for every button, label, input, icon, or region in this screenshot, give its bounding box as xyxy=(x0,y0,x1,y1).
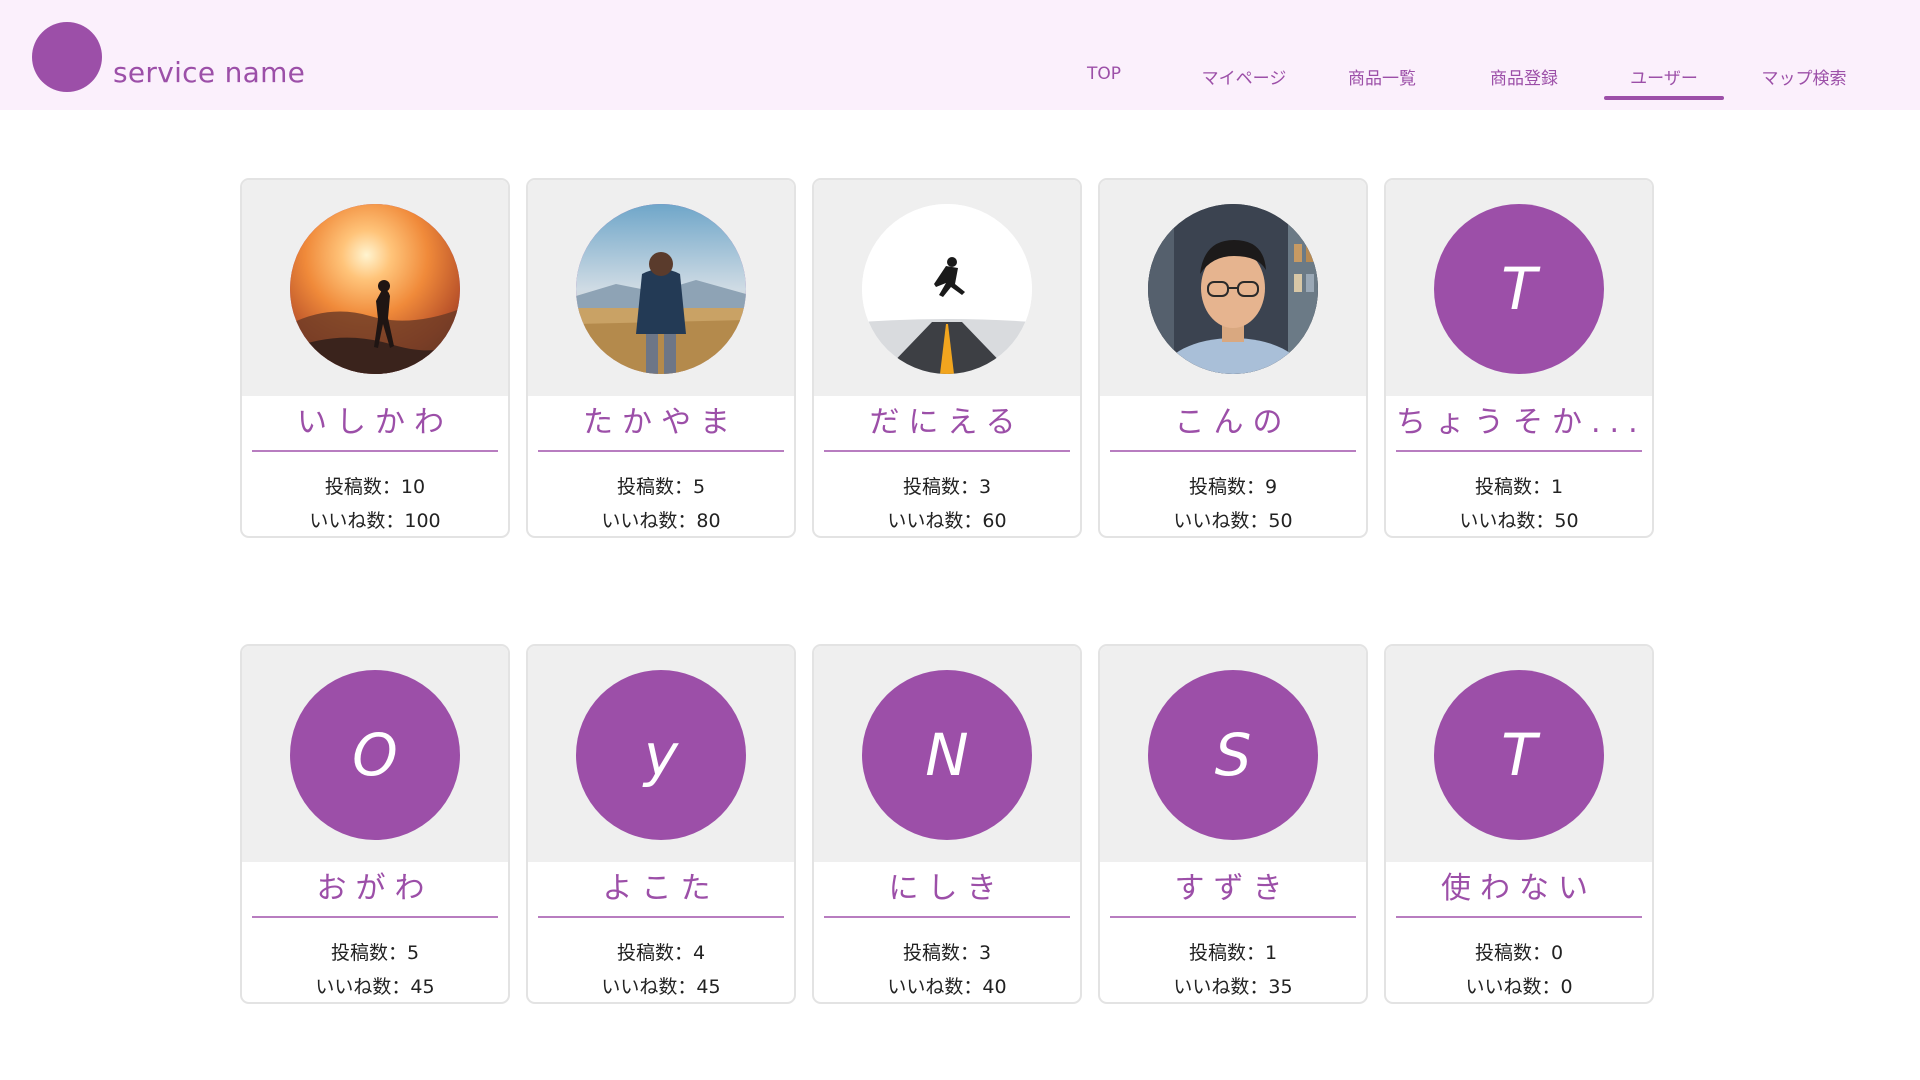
user-card[interactable]: T 使わない 投稿数：0 いいね数：0 xyxy=(1384,644,1654,1004)
man-with-glasses-photo-icon xyxy=(1148,204,1318,374)
like-count: いいね数：45 xyxy=(601,976,721,998)
post-count: 投稿数：1 xyxy=(1188,942,1278,964)
user-name[interactable]: 使わない xyxy=(1396,868,1642,918)
user-name[interactable]: こんの xyxy=(1110,402,1356,452)
post-count: 投稿数：10 xyxy=(324,476,426,498)
nav-top[interactable]: TOP xyxy=(1044,64,1164,100)
user-name[interactable]: にしき xyxy=(824,868,1070,918)
post-count: 投稿数：9 xyxy=(1188,476,1278,498)
user-name[interactable]: だにえる xyxy=(824,402,1070,452)
avatar: T xyxy=(1434,670,1604,840)
site-header: service name TOP マイページ 商品一覧 商品登録 ユーザー マッ… xyxy=(0,0,1920,110)
nav-mypage[interactable]: マイページ xyxy=(1184,64,1304,100)
like-count: いいね数：100 xyxy=(309,510,441,532)
user-card[interactable]: こんの 投稿数：9 いいね数：50 xyxy=(1098,178,1368,538)
user-card[interactable]: T ちょうそか... 投稿数：1 いいね数：50 xyxy=(1384,178,1654,538)
nav-map-search[interactable]: マップ検索 xyxy=(1744,64,1864,100)
avatar: T xyxy=(1434,204,1604,374)
user-name[interactable]: よこた xyxy=(538,868,784,918)
post-count: 投稿数：0 xyxy=(1474,942,1564,964)
sunset-photo-icon xyxy=(290,204,460,374)
avatar xyxy=(862,204,1032,374)
like-count: いいね数：50 xyxy=(1459,510,1579,532)
avatar-initial: T xyxy=(1501,255,1537,323)
user-card[interactable]: y よこた 投稿数：4 いいね数：45 xyxy=(526,644,796,1004)
user-name[interactable]: たかやま xyxy=(538,402,784,452)
avatar xyxy=(290,204,460,374)
user-card[interactable]: いしかわ 投稿数：10 いいね数：100 xyxy=(240,178,510,538)
post-count: 投稿数：3 xyxy=(902,942,992,964)
user-card[interactable]: だにえる 投稿数：3 いいね数：60 xyxy=(812,178,1082,538)
avatar-initial: T xyxy=(1501,721,1537,789)
like-count: いいね数：60 xyxy=(887,510,1007,532)
user-name[interactable]: すずき xyxy=(1110,868,1356,918)
user-name[interactable]: ちょうそか... xyxy=(1396,402,1642,452)
man-in-field-photo-icon xyxy=(576,204,746,374)
nav-product-list[interactable]: 商品一覧 xyxy=(1322,64,1442,100)
main-nav: TOP マイページ 商品一覧 商品登録 ユーザー マップ検索 xyxy=(0,0,1920,110)
user-name[interactable]: おがわ xyxy=(252,868,498,918)
like-count: いいね数：35 xyxy=(1173,976,1293,998)
user-name[interactable]: いしかわ xyxy=(252,402,498,452)
post-count: 投稿数：5 xyxy=(616,476,706,498)
avatar-initial: S xyxy=(1214,721,1252,789)
post-count: 投稿数：1 xyxy=(1474,476,1564,498)
avatar xyxy=(576,204,746,374)
avatar-initial: y xyxy=(643,721,679,789)
nav-product-register[interactable]: 商品登録 xyxy=(1464,64,1584,100)
user-card[interactable]: S すずき 投稿数：1 いいね数：35 xyxy=(1098,644,1368,1004)
avatar xyxy=(1148,204,1318,374)
post-count: 投稿数：3 xyxy=(902,476,992,498)
like-count: いいね数：0 xyxy=(1465,976,1573,998)
avatar: y xyxy=(576,670,746,840)
like-count: いいね数：80 xyxy=(601,510,721,532)
like-count: いいね数：50 xyxy=(1173,510,1293,532)
like-count: いいね数：40 xyxy=(887,976,1007,998)
user-card[interactable]: N にしき 投稿数：3 いいね数：40 xyxy=(812,644,1082,1004)
avatar: S xyxy=(1148,670,1318,840)
nav-users[interactable]: ユーザー xyxy=(1604,64,1724,100)
avatar-initial: N xyxy=(925,721,969,789)
avatar: O xyxy=(290,670,460,840)
user-card[interactable]: O おがわ 投稿数：5 いいね数：45 xyxy=(240,644,510,1004)
post-count: 投稿数：5 xyxy=(330,942,420,964)
avatar: N xyxy=(862,670,1032,840)
jumping-man-photo-icon xyxy=(862,204,1032,374)
like-count: いいね数：45 xyxy=(315,976,435,998)
post-count: 投稿数：4 xyxy=(616,942,706,964)
avatar-initial: O xyxy=(352,721,398,789)
user-card[interactable]: たかやま 投稿数：5 いいね数：80 xyxy=(526,178,796,538)
